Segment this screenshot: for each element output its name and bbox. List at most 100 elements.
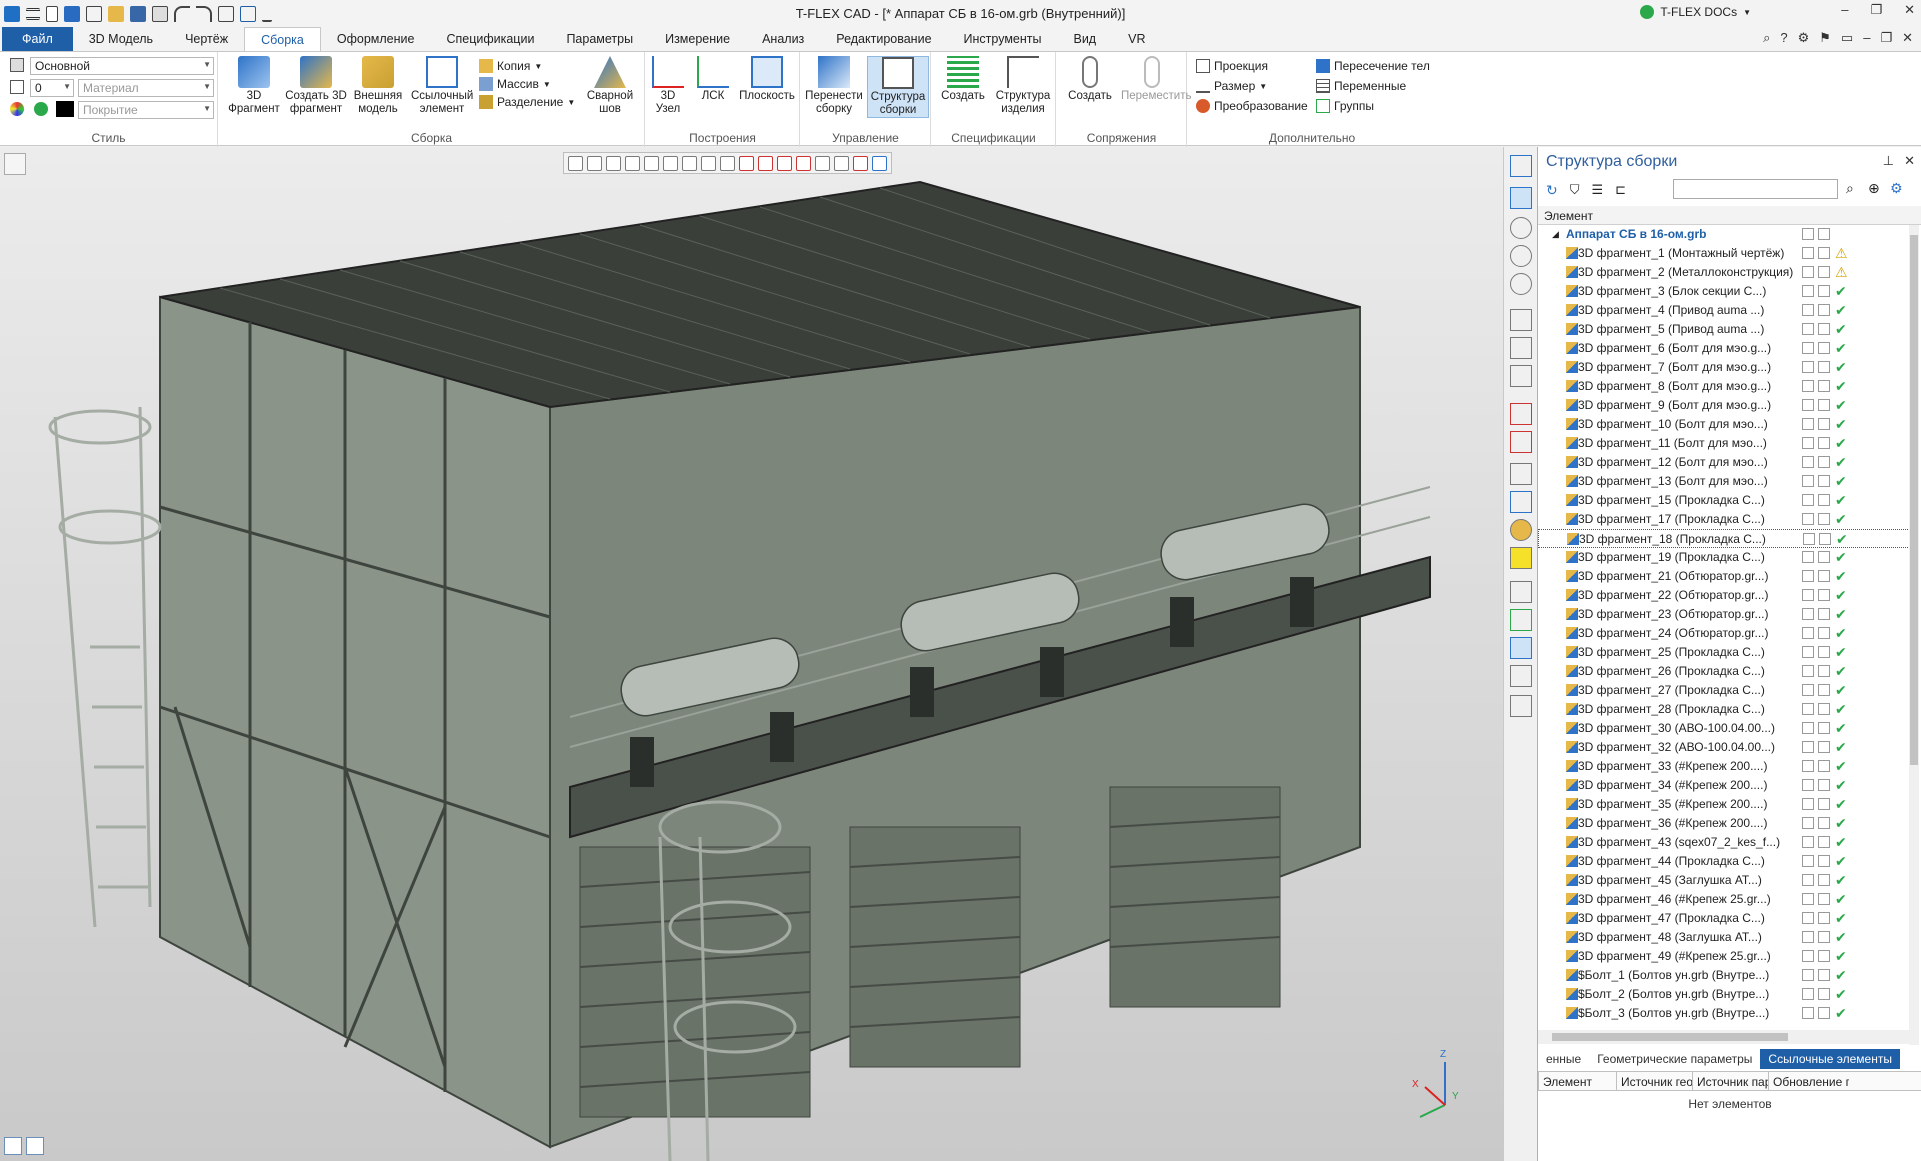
plane-button[interactable]: Плоскость bbox=[736, 56, 798, 103]
assembly-3d-model[interactable]: Z X Y bbox=[0, 147, 1503, 1161]
visibility-icon[interactable] bbox=[1802, 722, 1814, 734]
visibility-icon[interactable] bbox=[1802, 418, 1814, 430]
lock-icon[interactable] bbox=[1818, 551, 1830, 563]
panel-close-icon[interactable]: ✕ bbox=[1904, 153, 1915, 169]
tree-item[interactable]: $Болт_2 (Болтов ун.grb (Внутре...) ✔ bbox=[1538, 985, 1910, 1004]
tab-analysis[interactable]: Анализ bbox=[746, 27, 820, 51]
product-structure-button[interactable]: Структура изделия bbox=[992, 56, 1054, 116]
tree-item[interactable]: 3D фрагмент_11 (Болт для мэо...) ✔ bbox=[1538, 434, 1910, 453]
mate-create-button[interactable]: Создать bbox=[1059, 56, 1121, 103]
tree-item[interactable]: 3D фрагмент_3 (Блок секции С...) ✔ bbox=[1538, 282, 1910, 301]
visibility-icon[interactable] bbox=[1802, 513, 1814, 525]
tab-assembly[interactable]: Сборка bbox=[244, 27, 321, 51]
tab-measure[interactable]: Измерение bbox=[649, 27, 746, 51]
layer-select[interactable]: Основной ▼ bbox=[30, 57, 214, 75]
tree-item[interactable]: 3D фрагмент_1 (Монтажный чертёж) ⚠ bbox=[1538, 244, 1910, 263]
list-settings-icon[interactable]: ☰ bbox=[1592, 182, 1604, 198]
select-link-icon[interactable] bbox=[872, 155, 887, 171]
select-solid-icon[interactable] bbox=[796, 155, 811, 171]
weld-seam-button[interactable]: Сварной шов bbox=[579, 56, 641, 116]
lock-icon[interactable] bbox=[1818, 456, 1830, 468]
print-icon[interactable] bbox=[152, 5, 168, 22]
expand-icon[interactable]: ◢ bbox=[1552, 225, 1559, 244]
visibility-icon[interactable] bbox=[1802, 817, 1814, 829]
column-element[interactable]: Элемент bbox=[1544, 209, 1593, 223]
tab-file[interactable]: Файл bbox=[2, 27, 73, 51]
search-icon[interactable]: ⌕ bbox=[1763, 30, 1770, 46]
visibility-icon[interactable] bbox=[1802, 437, 1814, 449]
minimize-icon[interactable]: – bbox=[1841, 2, 1848, 18]
tree-item[interactable]: 3D фрагмент_21 (Обтюратор.gr...) ✔ bbox=[1538, 567, 1910, 586]
lock-icon[interactable] bbox=[1818, 665, 1830, 677]
visibility-icon[interactable] bbox=[1802, 855, 1814, 867]
lock-icon[interactable] bbox=[1818, 684, 1830, 696]
select-assembly-icon[interactable] bbox=[853, 155, 868, 171]
tree-item[interactable]: 3D фрагмент_23 (Обтюратор.gr...) ✔ bbox=[1538, 605, 1910, 624]
visibility-icon[interactable] bbox=[1802, 646, 1814, 658]
visibility-icon[interactable] bbox=[1802, 665, 1814, 677]
magnet-icon[interactable] bbox=[1510, 187, 1532, 209]
visibility-icon[interactable] bbox=[1802, 285, 1814, 297]
visibility-icon[interactable] bbox=[1802, 969, 1814, 981]
tree-view-icon[interactable]: ⊏ bbox=[1615, 182, 1626, 198]
lock-icon[interactable] bbox=[1818, 380, 1830, 392]
tree-item[interactable]: $Болт_3 (Болтов ун.grb (Внутре...) ✔ bbox=[1538, 1004, 1910, 1023]
export-icon[interactable] bbox=[218, 5, 234, 22]
lock-icon[interactable] bbox=[1818, 931, 1830, 943]
tree-item[interactable]: 3D фрагмент_44 (Прокладка С...) ✔ bbox=[1538, 852, 1910, 871]
tree-item[interactable]: 3D фрагмент_45 (Заглушка АТ...) ✔ bbox=[1538, 871, 1910, 890]
tree-item[interactable]: 3D фрагмент_49 (#Крепеж 25.gr...) ✔ bbox=[1538, 947, 1910, 966]
deselect-icon[interactable] bbox=[644, 155, 659, 171]
select-vertex-icon[interactable] bbox=[701, 155, 716, 171]
undo-icon[interactable] bbox=[174, 5, 190, 22]
variables-button[interactable]: Переменные bbox=[1316, 77, 1406, 95]
lock-icon[interactable] bbox=[1818, 855, 1830, 867]
tab-design[interactable]: Оформление bbox=[321, 27, 431, 51]
visibility-icon[interactable] bbox=[1802, 912, 1814, 924]
lock-icon[interactable] bbox=[1818, 342, 1830, 354]
plane-view-icon[interactable] bbox=[1510, 463, 1532, 485]
visibility-icon[interactable] bbox=[1802, 342, 1814, 354]
visibility-icon[interactable] bbox=[1802, 703, 1814, 715]
lock-icon[interactable] bbox=[1818, 361, 1830, 373]
lock-icon[interactable] bbox=[1818, 323, 1830, 335]
lock-icon[interactable] bbox=[1819, 533, 1831, 545]
tree-item[interactable]: 3D фрагмент_30 (АВО-100.04.00...) ✔ bbox=[1538, 719, 1910, 738]
visibility-icon[interactable] bbox=[1802, 266, 1814, 278]
lock-icon[interactable] bbox=[1818, 760, 1830, 772]
visibility-icon[interactable] bbox=[1802, 551, 1814, 563]
panel-gear-icon[interactable]: ⚙ bbox=[1890, 180, 1903, 197]
new-document-icon[interactable] bbox=[46, 5, 58, 22]
tab-link-elements[interactable]: Ссылочные элементы bbox=[1760, 1049, 1900, 1069]
tree-item[interactable]: 3D фрагмент_2 (Металлоконструкция) ⚠ bbox=[1538, 263, 1910, 282]
tab-specifications[interactable]: Спецификации bbox=[430, 27, 550, 51]
link-element-button[interactable]: Ссылочный элемент bbox=[411, 56, 473, 116]
split-button[interactable]: Разделение ▼ bbox=[479, 93, 575, 111]
tab-variables-partial[interactable]: енные bbox=[1538, 1049, 1589, 1069]
open-folder-icon[interactable] bbox=[108, 5, 124, 22]
wireframe-view-icon[interactable] bbox=[1510, 581, 1532, 603]
create-fragment-button[interactable]: Создать 3D фрагмент bbox=[285, 56, 347, 116]
filter-settings-icon[interactable] bbox=[587, 155, 602, 171]
array-button[interactable]: Массив ▼ bbox=[479, 75, 551, 93]
app-logo-icon[interactable] bbox=[4, 5, 20, 22]
gear-icon[interactable]: ⚙ bbox=[1798, 30, 1810, 46]
copy-button[interactable]: Копия ▼ bbox=[479, 57, 542, 75]
visibility-icon[interactable] bbox=[1802, 399, 1814, 411]
col-update[interactable]: Обновление г... bbox=[1769, 1072, 1849, 1090]
check-icon[interactable] bbox=[1510, 403, 1532, 425]
lock-icon[interactable] bbox=[1818, 494, 1830, 506]
redo-icon[interactable] bbox=[196, 5, 212, 22]
mate-move-button[interactable]: Переместить bbox=[1121, 56, 1191, 103]
cube-view-icon[interactable] bbox=[1510, 491, 1532, 513]
zoom-in-icon[interactable] bbox=[1510, 273, 1532, 295]
view-glasses2-icon[interactable] bbox=[1510, 365, 1532, 387]
select-face-icon[interactable] bbox=[663, 155, 678, 171]
panel-search-icon[interactable]: ⌕ bbox=[1846, 180, 1854, 197]
menu-icon[interactable] bbox=[26, 7, 40, 20]
window-icon[interactable] bbox=[86, 5, 102, 22]
tree-item[interactable]: 3D фрагмент_12 (Болт для мэо...) ✔ bbox=[1538, 453, 1910, 472]
select-operation-icon[interactable] bbox=[758, 155, 773, 171]
zoom-fit-icon[interactable] bbox=[1510, 217, 1532, 239]
tree-item[interactable]: 3D фрагмент_32 (АВО-100.04.00...) ✔ bbox=[1538, 738, 1910, 757]
